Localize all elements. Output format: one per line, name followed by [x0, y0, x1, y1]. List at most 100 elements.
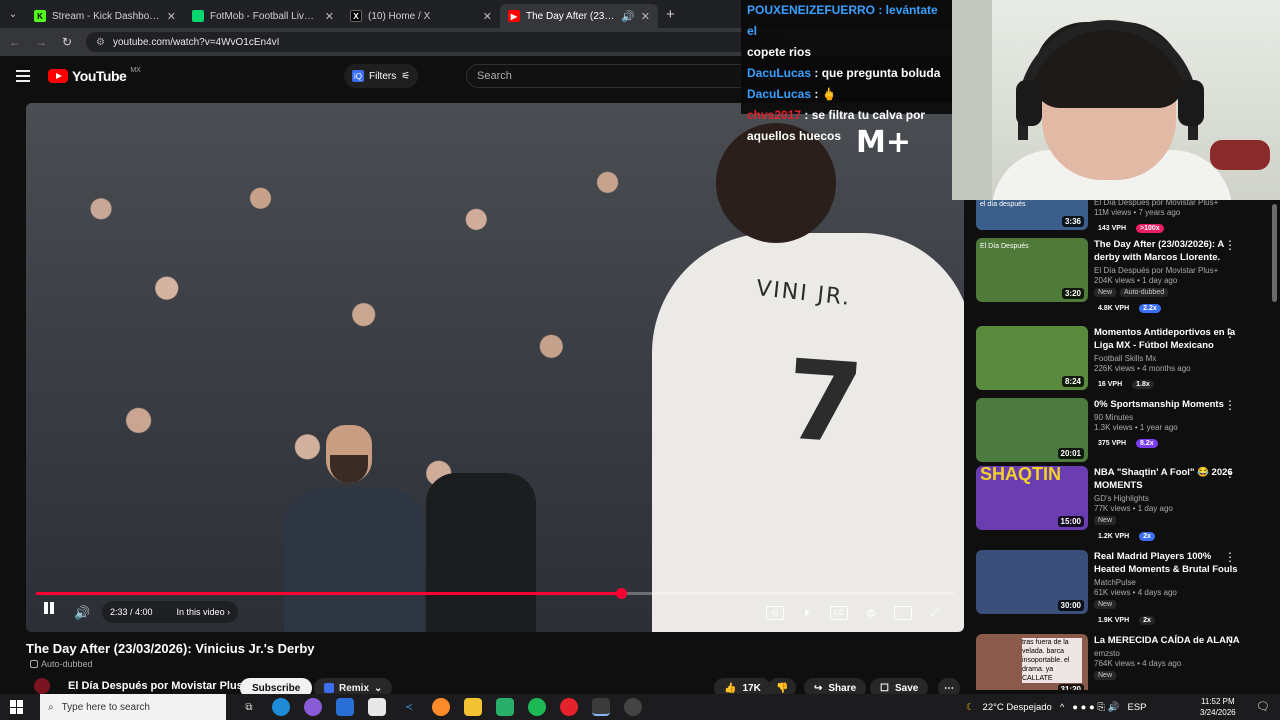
badges: New — [1094, 600, 1244, 609]
channel-name[interactable]: El Día Después por Movistar Plus+ — [68, 680, 249, 692]
forward-icon[interactable]: → — [34, 35, 48, 49]
video-thumbnail[interactable]: El Día Después 3:20 — [976, 238, 1088, 302]
taskbar-search-input[interactable]: ⌕ Type here to search — [40, 694, 226, 720]
more-options-icon[interactable]: ⋮ — [1224, 238, 1236, 252]
progress-bar[interactable] — [36, 588, 954, 599]
back-icon[interactable]: ← — [8, 35, 22, 49]
search-placeholder: Search — [477, 70, 512, 82]
close-tab-icon[interactable]: ✕ — [325, 10, 334, 23]
volume-icon[interactable]: 🔊 — [74, 601, 90, 625]
video-player[interactable]: VINI JR. 7 M+ 🔊 2:33 / 4:00 In this vide… — [26, 103, 964, 632]
tab-fotmob[interactable]: FotMob - Football Live Scores ✕ — [184, 4, 342, 28]
reload-icon[interactable]: ↻ — [60, 35, 74, 49]
clock[interactable]: 11:52 PM 3/24/2026 — [1200, 696, 1236, 718]
more-options-icon[interactable]: ⋮ — [1224, 634, 1236, 648]
site-info-icon[interactable]: ⚙ — [96, 37, 105, 48]
tray-icons[interactable]: ● ● ● ⎘ 🔊 — [1072, 702, 1119, 713]
thumbs-up-icon: 👍 — [724, 682, 737, 694]
recommendation-item[interactable]: 30:00 Real Madrid Players 100% Heated Mom… — [976, 550, 1272, 625]
video-thumbnail[interactable]: el día después 3:36 — [976, 200, 1088, 230]
language-indicator[interactable]: ESP — [1128, 702, 1147, 713]
more-options-icon[interactable]: ⋮ — [1224, 466, 1236, 480]
time-display[interactable]: 2:33 / 4:00 In this video › — [102, 601, 239, 623]
recommendation-item[interactable]: SHAQTIN 15:00 NBA "Shaqtin' A Fool" 😂 2026… — [976, 466, 1272, 541]
recommendation-item[interactable]: 8:24 Momentos Antideportivos en la Liga M… — [976, 326, 1272, 390]
more-options-icon[interactable]: ⋮ — [1224, 550, 1236, 564]
task-view-icon[interactable]: ⧉ — [240, 698, 258, 716]
vscode-icon[interactable]: ≺ — [400, 698, 418, 716]
vph-value: 1.9K VPH — [1098, 617, 1130, 624]
tab-search-icon[interactable]: ⌄ — [0, 0, 26, 28]
stream-chat-overlay: POUXENEIZEFUERRO : levántate el copete r… — [741, 0, 952, 143]
captions-icon[interactable]: CC — [830, 606, 848, 620]
vph-value: 1.2K VPH — [1098, 533, 1130, 540]
opera-icon[interactable] — [560, 698, 578, 716]
more-options-icon[interactable]: ⋮ — [1224, 398, 1236, 412]
vph-stats: 143 VPH >100x — [1094, 224, 1164, 233]
recommendation-item[interactable]: El Día Después 3:20 The Day After (23/03/2… — [976, 238, 1272, 313]
store-icon[interactable] — [336, 698, 354, 716]
copilot-icon[interactable] — [304, 698, 322, 716]
country-code: MX — [130, 66, 141, 74]
audio-icon[interactable]: 🔊 — [621, 10, 635, 23]
video-title[interactable]: Real Madrid Players 100% Heated Moments … — [1094, 550, 1244, 576]
video-thumbnail[interactable]: SHAQTIN 15:00 — [976, 466, 1088, 530]
clock-date: 3/24/2026 — [1200, 708, 1236, 717]
chat-message: POUXENEIZEFUERRO : levántate el — [747, 0, 946, 42]
video-thumbnail[interactable]: 20:01 — [976, 398, 1088, 462]
notifications-icon[interactable]: 🗨 — [1256, 700, 1270, 713]
chrome-icon[interactable] — [592, 698, 610, 716]
chapters-label: In this video — [176, 607, 225, 617]
filters-button[interactable]: iQ Filters ⚟ — [344, 64, 419, 88]
video-meta: Real Madrid Players 100% Heated Moments … — [1094, 550, 1244, 625]
tab-kick[interactable]: K Stream - Kick Dashboard ✕ — [26, 4, 184, 28]
settings-icon[interactable]: ⚙ — [862, 606, 880, 620]
video-thumbnail[interactable]: tras fuera de la velada. barca insoporta… — [976, 634, 1088, 690]
channel-name: MatchPulse — [1094, 578, 1136, 587]
video-figure-coach — [284, 425, 424, 632]
obs-icon[interactable] — [624, 698, 642, 716]
windows-start-icon[interactable] — [10, 700, 24, 714]
more-options-icon[interactable]: ⋮ — [1224, 326, 1236, 340]
calendar-icon[interactable] — [368, 698, 386, 716]
tab-youtube[interactable]: ▶ The Day After (23/03/2026 🔊 ✕ — [500, 4, 658, 28]
new-tab-icon[interactable]: + — [666, 6, 675, 23]
video-thumbnail[interactable]: 30:00 — [976, 550, 1088, 614]
badges: New Auto-dubbed — [1094, 288, 1244, 297]
edge-icon[interactable] — [272, 698, 290, 716]
youtube-logo[interactable]: YouTube MX — [48, 66, 141, 84]
pause-icon[interactable] — [42, 601, 56, 615]
miniplayer-icon[interactable] — [894, 606, 912, 620]
firefox-icon[interactable] — [432, 698, 450, 716]
extension-icon[interactable]: iQ — [766, 606, 784, 620]
autoplay-toggle[interactable]: ⏵ — [798, 606, 816, 620]
fullscreen-icon[interactable]: ⤢ — [926, 606, 944, 620]
share-label: Share — [828, 682, 857, 694]
video-thumbnail[interactable]: 8:24 — [976, 326, 1088, 390]
tab-x[interactable]: X (10) Home / X ✕ — [342, 4, 500, 28]
app-icon[interactable] — [496, 698, 514, 716]
menu-icon[interactable] — [16, 70, 30, 82]
url-field[interactable]: ⚙ youtube.com/watch?v=4WvO1cEn4vI — [86, 32, 786, 52]
close-tab-icon[interactable]: ✕ — [483, 10, 492, 23]
extension-icon: iQ — [352, 70, 364, 82]
channel-avatar[interactable] — [34, 678, 50, 694]
video-title[interactable]: The Day After (23/03/2026): A derby with… — [1094, 238, 1244, 264]
badges: New — [1094, 671, 1244, 680]
video-title[interactable]: La MERECIDA CAÍDA de ALANA — [1094, 634, 1244, 647]
chevron-up-icon[interactable]: ^ — [1060, 702, 1064, 713]
search-input[interactable]: Search — [466, 64, 756, 88]
emote-icon: 🖕 — [821, 87, 837, 101]
spotify-icon[interactable] — [528, 698, 546, 716]
close-tab-icon[interactable]: ✕ — [641, 10, 650, 23]
recommendation-item[interactable]: 20:01 0% Sportsmanship Moments 90 Minutes 1… — [976, 398, 1272, 462]
file-explorer-icon[interactable] — [464, 698, 482, 716]
video-title[interactable]: NBA "Shaqtin' A Fool" 😂 2026 MOMENTS — [1094, 466, 1244, 492]
weather-text[interactable]: 22°C Despejado — [983, 702, 1052, 713]
video-title[interactable]: Momentos Antideportivos en la Liga MX - … — [1094, 326, 1244, 352]
close-tab-icon[interactable]: ✕ — [167, 10, 176, 23]
video-title[interactable]: 0% Sportsmanship Moments — [1094, 398, 1244, 411]
chapters-button[interactable]: In this video › — [177, 607, 231, 617]
sidebar-scrollbar[interactable] — [1272, 204, 1277, 302]
recommendation-item[interactable]: tras fuera de la velada. barca insoporta… — [976, 634, 1272, 690]
